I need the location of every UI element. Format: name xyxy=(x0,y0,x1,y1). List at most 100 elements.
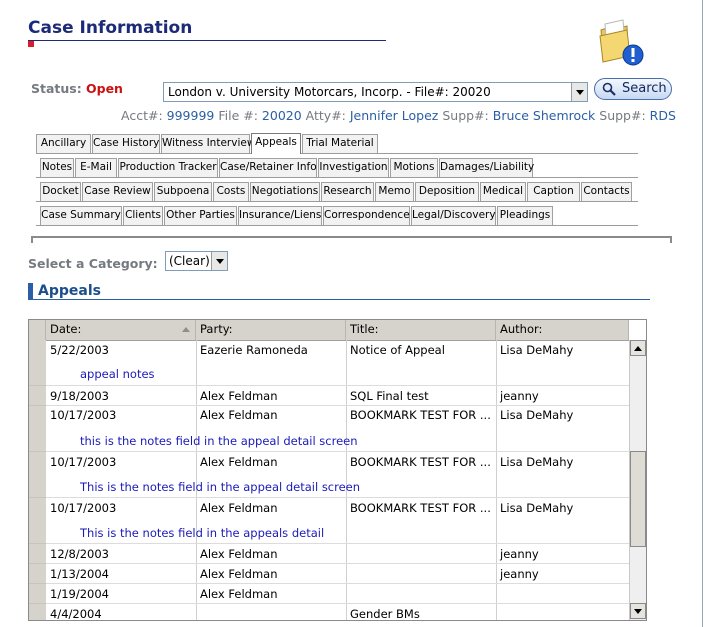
tab-docket[interactable]: Docket xyxy=(40,182,81,201)
cell-date: 10/17/2003 xyxy=(50,408,117,422)
tab-damages-liability[interactable]: Damages/Liability xyxy=(439,158,534,177)
chevron-down-icon[interactable] xyxy=(571,83,587,101)
table-row[interactable]: 10/17/2003 Alex Feldman BOOKMARK TEST FO… xyxy=(46,406,629,452)
title-underline xyxy=(28,40,386,41)
cell-party: Alex Feldman xyxy=(200,547,278,561)
cell-date: 5/22/2003 xyxy=(50,343,109,357)
row-selector[interactable] xyxy=(29,406,46,452)
tab-subpoena[interactable]: Subpoena xyxy=(154,182,212,201)
header-title[interactable]: Title: xyxy=(346,320,496,340)
tab-deposition[interactable]: Deposition xyxy=(415,182,479,201)
table-row[interactable]: 9/18/2003 Alex Feldman SQL Final test je… xyxy=(46,386,629,406)
row-selector[interactable] xyxy=(29,340,46,386)
table-row[interactable]: 10/17/2003 Alex Feldman BOOKMARK TEST FO… xyxy=(46,498,629,544)
tab-legal-discovery[interactable]: Legal/Discovery xyxy=(411,206,496,225)
table-row[interactable]: 4/4/2004 Gender BMs xyxy=(46,604,629,620)
tab-trial-material[interactable]: Trial Material xyxy=(302,134,378,153)
cell-title: BOOKMARK TEST FOR ... xyxy=(350,501,491,515)
tab-case-review[interactable]: Case Review xyxy=(82,182,153,201)
supp-label: Supp#: xyxy=(442,108,489,123)
tab-investigation[interactable]: Investigation xyxy=(318,158,389,177)
row-selector[interactable] xyxy=(29,498,46,544)
window-border xyxy=(702,0,703,627)
tab-contacts[interactable]: Contacts xyxy=(581,182,632,201)
cell-date: 10/17/2003 xyxy=(50,501,117,515)
tab-clients[interactable]: Clients xyxy=(123,206,163,225)
tab-case-summary[interactable]: Case Summary xyxy=(40,206,122,225)
tab-pleadings[interactable]: Pleadings xyxy=(497,206,553,225)
tab-ancillary[interactable]: Ancillary xyxy=(36,134,91,153)
header-date[interactable]: Date: xyxy=(46,320,196,340)
chevron-down-icon[interactable] xyxy=(211,252,227,270)
supp-value: Bruce Shemrock xyxy=(492,108,596,123)
supp-value-2: RDS xyxy=(649,108,676,123)
row-selector[interactable] xyxy=(29,544,46,564)
tab-notes[interactable]: Notes xyxy=(40,158,74,177)
search-button[interactable]: Search xyxy=(594,78,672,100)
tab-memo[interactable]: Memo xyxy=(375,182,414,201)
scrollbar-thumb[interactable] xyxy=(630,451,646,547)
category-label: Select a Category: xyxy=(28,256,158,271)
cell-party: Alex Feldman xyxy=(200,408,278,422)
tab-other-parties[interactable]: Other Parties xyxy=(164,206,237,225)
tab-email[interactable]: E-Mail xyxy=(75,158,117,177)
atty-label: Atty#: xyxy=(305,108,346,123)
folder-alert-icon xyxy=(597,18,647,68)
header-party[interactable]: Party: xyxy=(196,320,346,340)
row-selector[interactable] xyxy=(29,386,46,406)
header-selector xyxy=(29,320,46,340)
category-select[interactable]: (Clear) xyxy=(165,251,228,271)
tab-negotiations[interactable]: Negotiations xyxy=(250,182,320,201)
tab-costs[interactable]: Costs xyxy=(213,182,249,201)
tab-panel-frame xyxy=(31,236,672,243)
tab-production-tracker[interactable]: Production Tracker xyxy=(118,158,218,177)
magnifier-icon xyxy=(602,82,616,96)
status-label: Status: xyxy=(31,81,82,96)
tab-row-1-baseline-2 xyxy=(301,153,638,154)
acct-value: 999999 xyxy=(166,108,215,123)
tab-correspondence[interactable]: Correspondence xyxy=(323,206,410,225)
tab-research[interactable]: Research xyxy=(321,182,374,201)
cell-party: Eazerie Ramoneda xyxy=(200,343,308,357)
cell-title xyxy=(346,565,496,583)
cell-author: Lisa DeMahy xyxy=(500,501,574,515)
search-label: Search xyxy=(622,81,667,96)
tab-case-history[interactable]: Case History xyxy=(92,134,160,153)
table-row[interactable]: 1/19/2004 Alex Feldman xyxy=(46,584,629,604)
case-select-value: London v. University Motorcars, Incorp. … xyxy=(168,85,491,99)
tab-caption[interactable]: Caption xyxy=(527,182,580,201)
tab-medical[interactable]: Medical xyxy=(480,182,526,201)
row-selector[interactable] xyxy=(29,584,46,604)
tab-appeals[interactable]: Appeals xyxy=(251,133,301,154)
row-selector[interactable] xyxy=(29,564,46,584)
cell-date: 1/19/2004 xyxy=(50,587,109,601)
case-select[interactable]: London v. University Motorcars, Incorp. … xyxy=(163,82,588,102)
scroll-down-icon[interactable] xyxy=(630,603,646,619)
header-author[interactable]: Author: xyxy=(496,320,629,340)
cell-title: Notice of Appeal xyxy=(350,343,445,357)
table-row[interactable]: 5/22/2003 Eazerie Ramoneda Notice of App… xyxy=(46,340,629,386)
row-note: This is the notes field in the appeal de… xyxy=(80,480,361,494)
row-selector[interactable] xyxy=(29,452,46,498)
supp-label-2: Supp#: xyxy=(599,108,646,123)
table-row[interactable]: 10/17/2003 Alex Feldman BOOKMARK TEST FO… xyxy=(46,452,629,498)
cell-author: jeanny xyxy=(500,389,539,403)
grid-scrollbar[interactable] xyxy=(629,340,646,620)
tab-case-retainer-info[interactable]: Case/Retainer Info xyxy=(219,158,317,177)
row-selector[interactable] xyxy=(29,604,46,620)
header-date-label: Date: xyxy=(50,322,82,336)
tab-insurance-liens[interactable]: Insurance/Liens xyxy=(238,206,322,225)
category-select-value: (Clear) xyxy=(169,254,210,268)
cell-title: SQL Final test xyxy=(350,389,429,403)
cell-party: Alex Feldman xyxy=(200,587,278,601)
table-row[interactable]: 1/13/2004 Alex Feldman jeanny xyxy=(46,564,629,584)
table-row[interactable]: 12/8/2003 Alex Feldman jeanny xyxy=(46,544,629,564)
tab-witness-interview[interactable]: Witness Interview xyxy=(161,134,255,153)
tab-row-3: Docket Case Review Subpoena Costs Negoti… xyxy=(36,182,636,202)
scroll-up-icon[interactable] xyxy=(630,340,646,356)
case-meta-line: Acct#: 999999 File #: 20020 Atty#: Jenni… xyxy=(121,108,676,123)
cell-author xyxy=(496,585,629,603)
title-accent xyxy=(28,41,34,47)
tab-motions[interactable]: Motions xyxy=(390,158,438,177)
section-marker xyxy=(28,283,33,299)
